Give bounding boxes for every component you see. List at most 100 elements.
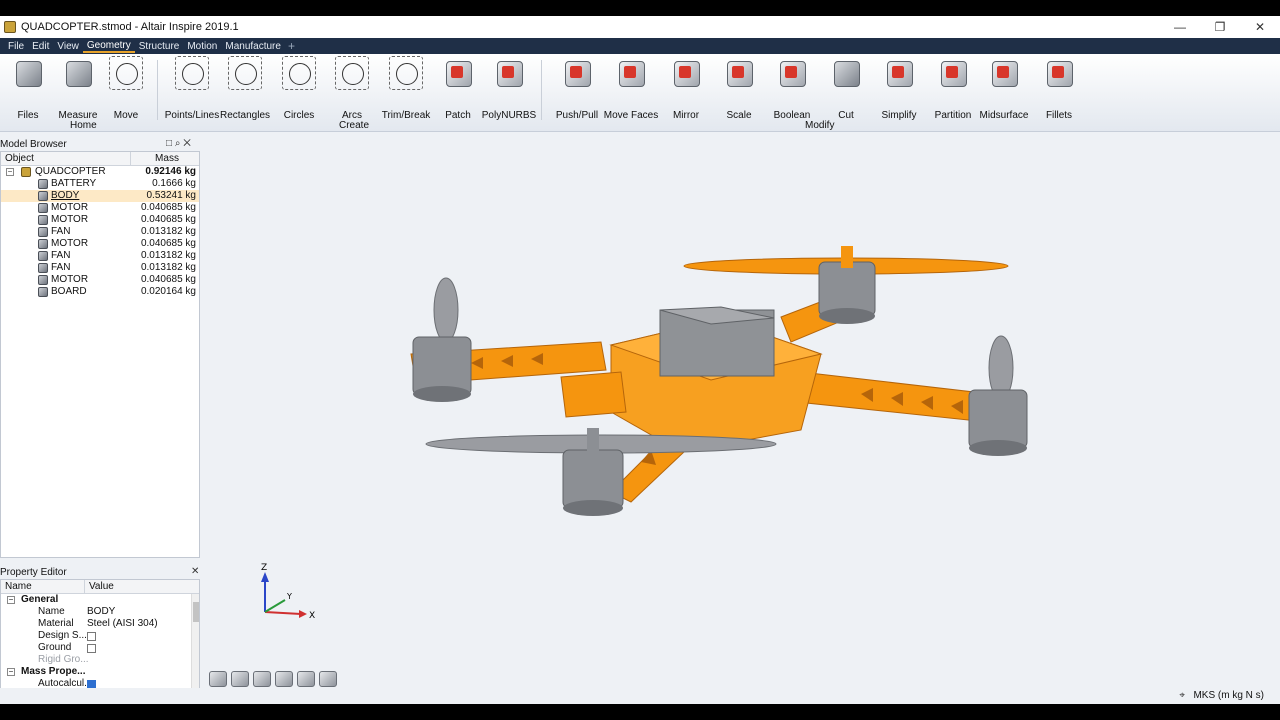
property-editor-title: Property Editor <box>0 567 67 578</box>
property-editor-header: Name Value <box>1 580 199 594</box>
menu-view[interactable]: View <box>53 41 83 52</box>
axis-x-label: X <box>309 611 315 621</box>
scrollbar-thumb[interactable] <box>193 602 199 622</box>
property-editor-scrollbar[interactable] <box>191 594 199 688</box>
tree-row-selected[interactable]: BODY 0.53241 kg <box>1 190 199 202</box>
partition-icon <box>936 56 970 90</box>
simplify-button[interactable]: Simplify <box>871 56 927 121</box>
trim-break-icon <box>389 56 423 90</box>
menu-edit[interactable]: Edit <box>28 41 53 52</box>
fillets-icon <box>1042 56 1076 90</box>
polynurbs-icon <box>492 56 526 90</box>
collapse-icon[interactable]: − <box>7 596 15 604</box>
patch-button[interactable]: Patch <box>430 56 486 121</box>
part-icon <box>38 287 48 297</box>
column-value[interactable]: Value <box>85 580 114 593</box>
fillets-button[interactable]: Fillets <box>1031 56 1087 121</box>
tree-row[interactable]: FAN 0.013182 kg <box>1 250 199 262</box>
part-icon <box>38 275 48 285</box>
arcs-button[interactable]: Arcs <box>324 56 380 121</box>
rectangles-button[interactable]: Rectangles <box>217 56 273 121</box>
menu-bar: File Edit View Geometry Structure Motion… <box>0 38 1280 54</box>
cut-button[interactable]: Cut <box>818 56 874 121</box>
display-icon[interactable] <box>319 671 337 687</box>
cut-icon <box>829 56 863 90</box>
files-button[interactable]: Files <box>0 56 56 121</box>
part-icon <box>38 263 48 273</box>
property-row-material[interactable]: Material Steel (AISI 304) <box>1 618 199 630</box>
tree-row[interactable]: MOTOR 0.040685 kg <box>1 274 199 286</box>
move-icon <box>109 56 143 90</box>
collapse-icon[interactable]: − <box>6 168 14 176</box>
tree-row[interactable]: BATTERY 0.1666 kg <box>1 178 199 190</box>
close-button[interactable]: ✕ <box>1240 16 1280 38</box>
column-object[interactable]: Object <box>1 152 131 165</box>
circles-button[interactable]: Circles <box>271 56 327 121</box>
column-name[interactable]: Name <box>1 580 85 593</box>
part-icon <box>38 239 48 249</box>
ribbon: Files Measure Move Points/Lines Rectangl… <box>0 54 1280 132</box>
points-lines-icon <box>175 56 209 90</box>
title-bar: QUADCOPTER.stmod - Altair Inspire 2019.1… <box>0 16 1280 38</box>
model-browser-title: Model Browser <box>0 139 67 150</box>
property-editor: Name Value − General Name BODY Material Ste… <box>0 579 200 689</box>
move-button[interactable]: Move <box>98 56 154 121</box>
collapse-icon[interactable]: − <box>7 668 15 676</box>
model-browser-tools[interactable]: □ ⌕ ✕ <box>166 138 191 149</box>
property-row-design-space[interactable]: Design S... <box>1 630 199 642</box>
polynurbs-button[interactable]: PolyNURBS <box>481 56 537 121</box>
column-mass[interactable]: Mass <box>131 152 199 165</box>
design-space-checkbox[interactable] <box>87 632 96 641</box>
move-faces-button[interactable]: Move Faces <box>603 56 659 121</box>
part-icon <box>38 251 48 261</box>
menu-motion[interactable]: Motion <box>183 41 221 52</box>
ground-checkbox[interactable] <box>87 644 96 653</box>
menu-manufacture[interactable]: Manufacture <box>221 41 285 52</box>
tree-row[interactable]: MOTOR 0.040685 kg <box>1 238 199 250</box>
axis-z-label: Z <box>261 563 267 573</box>
model-browser: Object Mass − QUADCOPTER 0.92146 kg BATT… <box>0 151 200 558</box>
trim-break-button[interactable]: Trim/Break <box>378 56 434 121</box>
views-icon[interactable] <box>253 671 271 687</box>
tree-row[interactable]: MOTOR 0.040685 kg <box>1 214 199 226</box>
add-ribbon-icon[interactable]: + <box>285 39 298 53</box>
camera-icon[interactable] <box>231 671 249 687</box>
group-home-label: Home <box>70 120 97 131</box>
tree-root[interactable]: − QUADCOPTER 0.92146 kg <box>1 166 199 178</box>
3d-viewport[interactable]: Z Y X <box>201 132 1280 692</box>
view-cube-icon[interactable] <box>209 671 227 687</box>
midsurface-button[interactable]: Midsurface <box>976 56 1032 121</box>
section-icon[interactable] <box>275 671 293 687</box>
partition-button[interactable]: Partition <box>925 56 981 121</box>
unit-system[interactable]: MKS (m kg N s) <box>1193 690 1264 701</box>
restore-button[interactable]: ❐ <box>1200 16 1240 38</box>
quadcopter-model[interactable]: Z Y X <box>201 132 1280 692</box>
property-row-ground[interactable]: Ground <box>1 642 199 654</box>
points-lines-button[interactable]: Points/Lines <box>164 56 220 121</box>
tree-row[interactable]: FAN 0.013182 kg <box>1 226 199 238</box>
tree-row[interactable]: MOTOR 0.040685 kg <box>1 202 199 214</box>
property-editor-close-icon[interactable]: ✕ <box>191 566 199 577</box>
push-pull-button[interactable]: Push/Pull <box>549 56 605 121</box>
menu-file[interactable]: File <box>4 41 28 52</box>
menu-geometry[interactable]: Geometry <box>82 40 135 53</box>
property-row-name[interactable]: Name BODY <box>1 606 199 618</box>
axis-y-label: Y <box>286 592 292 601</box>
arcs-icon <box>335 56 369 90</box>
tree-row[interactable]: FAN 0.013182 kg <box>1 262 199 274</box>
group-mass-properties[interactable]: − Mass Prope... <box>1 666 199 678</box>
part-icon <box>38 191 48 201</box>
mirror-button[interactable]: Mirror <box>658 56 714 121</box>
frame <box>410 293 992 503</box>
scale-button[interactable]: Scale <box>711 56 767 121</box>
minimize-button[interactable]: — <box>1160 16 1200 38</box>
boolean-button[interactable]: Boolean <box>764 56 820 121</box>
tree-row[interactable]: BOARD 0.020164 kg <box>1 286 199 298</box>
menu-structure[interactable]: Structure <box>135 41 184 52</box>
group-general[interactable]: − General <box>1 594 199 606</box>
patch-icon <box>441 56 475 90</box>
status-bar <box>0 688 1280 704</box>
zoom-icon[interactable] <box>297 671 315 687</box>
part-icon <box>38 203 48 213</box>
snap-icon[interactable]: ⌖ <box>1179 690 1185 701</box>
